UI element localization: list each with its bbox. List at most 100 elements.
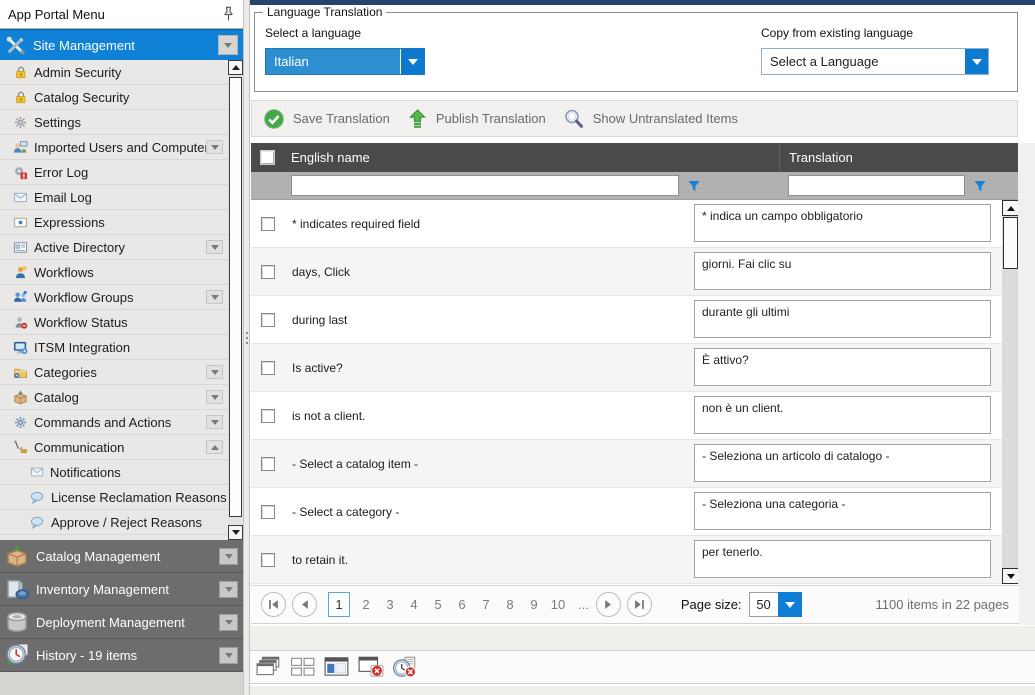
- row-checkbox[interactable]: [261, 361, 275, 375]
- expand-button[interactable]: [206, 365, 223, 379]
- language-select[interactable]: Italian: [265, 48, 425, 75]
- expand-button[interactable]: [206, 140, 223, 154]
- sidebar-section-inventory-management[interactable]: Inventory Management: [0, 573, 243, 606]
- window-panel-icon[interactable]: [324, 656, 350, 678]
- page-number-1[interactable]: 1: [328, 592, 350, 617]
- sidebar-section-catalog-management[interactable]: Catalog Management: [0, 540, 243, 573]
- translation-textarea[interactable]: [694, 444, 991, 482]
- previous-page-button[interactable]: [292, 592, 317, 617]
- translation-textarea[interactable]: [694, 396, 991, 434]
- translation-textarea[interactable]: [694, 252, 991, 290]
- row-checkbox[interactable]: [261, 313, 275, 327]
- sidebar-item-active-directory[interactable]: Active Directory: [0, 235, 228, 260]
- next-page-button[interactable]: [596, 592, 621, 617]
- sidebar-item-expressions[interactable]: Expressions: [0, 210, 228, 235]
- translation-filter-input[interactable]: [788, 175, 965, 196]
- row-checkbox[interactable]: [261, 265, 275, 279]
- expand-section-button[interactable]: [219, 548, 238, 565]
- copy-language-select-button[interactable]: [964, 49, 988, 74]
- translation-textarea[interactable]: [694, 348, 991, 386]
- first-page-button[interactable]: [261, 592, 286, 617]
- last-page-button[interactable]: [627, 592, 652, 617]
- page-number-5[interactable]: 5: [430, 597, 447, 612]
- row-checkbox[interactable]: [261, 553, 275, 567]
- row-checkbox[interactable]: [261, 217, 275, 231]
- sidebar-item-catalog[interactable]: Catalog: [0, 385, 228, 410]
- sidebar-item-email-log[interactable]: Email Log: [0, 185, 228, 210]
- page-number-7[interactable]: 7: [478, 597, 495, 612]
- page-ellipsis[interactable]: ...: [578, 597, 589, 612]
- expand-button[interactable]: [206, 390, 223, 404]
- row-checkbox[interactable]: [261, 505, 275, 519]
- tile-windows-icon[interactable]: [290, 656, 316, 678]
- sidebar-section-deployment-management[interactable]: Deployment Management: [0, 606, 243, 639]
- collapse-section-button[interactable]: [218, 35, 238, 55]
- translation-textarea[interactable]: [694, 540, 991, 578]
- row-checkbox[interactable]: [261, 409, 275, 423]
- expand-button[interactable]: [206, 290, 223, 304]
- sidebar-item-workflows[interactable]: Workflows: [0, 260, 228, 285]
- sidebar-item-workflow-groups[interactable]: Workflow Groups: [0, 285, 228, 310]
- scroll-down-button[interactable]: [1002, 568, 1019, 584]
- expand-section-button[interactable]: [219, 614, 238, 631]
- expand-section-button[interactable]: [219, 647, 238, 664]
- expand-section-button[interactable]: [219, 581, 238, 598]
- page-number-2[interactable]: 2: [358, 597, 375, 612]
- filter-icon[interactable]: [973, 179, 987, 193]
- close-window-icon[interactable]: [358, 656, 384, 678]
- filter-icon[interactable]: [687, 179, 701, 193]
- page-number-8[interactable]: 8: [502, 597, 519, 612]
- translation-textarea[interactable]: [694, 204, 991, 242]
- table-scrollbar[interactable]: [1002, 200, 1019, 584]
- sidebar-item-categories[interactable]: Categories: [0, 360, 228, 385]
- page-number-6[interactable]: 6: [454, 597, 471, 612]
- sidebar-item-catalog-security[interactable]: Catalog Security: [0, 85, 228, 110]
- sidebar-item-itsm-integration[interactable]: ITSM Integration: [0, 335, 228, 360]
- cascade-windows-icon[interactable]: [256, 656, 282, 678]
- sidebar-item-notifications[interactable]: Notifications: [0, 460, 228, 485]
- sidebar-item-imported-users-and-computers[interactable]: Imported Users and Computers: [0, 135, 228, 160]
- copy-language-select[interactable]: Select a Language: [761, 48, 989, 75]
- sidebar-item-label: License Reclamation Reasons: [51, 490, 227, 505]
- publish-translation-button[interactable]: Publish Translation: [406, 107, 546, 131]
- sidebar-item-admin-security[interactable]: Admin Security: [0, 60, 228, 85]
- sidebar-item-license-reclamation-reasons[interactable]: License Reclamation Reasons: [0, 485, 228, 510]
- expand-button[interactable]: [206, 240, 223, 254]
- sidebar-item-approve-reject-reasons[interactable]: Approve / Reject Reasons: [0, 510, 228, 535]
- scroll-up-button[interactable]: [1002, 200, 1019, 216]
- sidebar-section-site-management[interactable]: Site Management: [0, 29, 243, 60]
- row-checkbox[interactable]: [261, 457, 275, 471]
- clear-history-icon[interactable]: [392, 656, 418, 678]
- scrollbar-thumb[interactable]: [1003, 217, 1018, 269]
- panel-splitter[interactable]: [243, 0, 250, 695]
- sidebar-section-history-19-items[interactable]: History - 19 items: [0, 639, 243, 672]
- sidebar-item-settings[interactable]: Settings: [0, 110, 228, 135]
- save-translation-button[interactable]: Save Translation: [262, 107, 390, 131]
- sidebar-item-communication[interactable]: Communication: [0, 435, 228, 460]
- english-name-column-header[interactable]: English name: [284, 150, 779, 165]
- sidebar-item-workflow-status[interactable]: Workflow Status: [0, 310, 228, 335]
- select-all-checkbox[interactable]: [260, 150, 275, 165]
- show-untranslated-button[interactable]: Show Untranslated Items: [562, 107, 738, 131]
- page-number-3[interactable]: 3: [382, 597, 399, 612]
- translation-textarea[interactable]: [694, 300, 991, 338]
- page-size-select-button[interactable]: [778, 592, 802, 617]
- scroll-down-button[interactable]: [228, 525, 243, 540]
- expand-button[interactable]: [206, 415, 223, 429]
- sidebar-scrollbar[interactable]: [228, 60, 243, 540]
- page-number-9[interactable]: 9: [526, 597, 543, 612]
- page-number-10[interactable]: 10: [550, 597, 567, 612]
- scrollbar-thumb[interactable]: [229, 77, 242, 517]
- sidebar-item-error-log[interactable]: Error Log: [0, 160, 228, 185]
- language-select-button[interactable]: [400, 49, 424, 74]
- comment-icon: [30, 490, 45, 505]
- translation-column-header[interactable]: Translation: [779, 143, 1019, 172]
- collapse-button[interactable]: [206, 440, 223, 454]
- scroll-up-button[interactable]: [228, 60, 243, 75]
- translation-textarea[interactable]: [694, 492, 991, 530]
- page-size-value[interactable]: 50: [749, 592, 778, 617]
- english-filter-input[interactable]: [291, 175, 679, 196]
- page-number-4[interactable]: 4: [406, 597, 423, 612]
- sidebar-item-commands-and-actions[interactable]: Commands and Actions: [0, 410, 228, 435]
- pin-icon[interactable]: [221, 6, 235, 22]
